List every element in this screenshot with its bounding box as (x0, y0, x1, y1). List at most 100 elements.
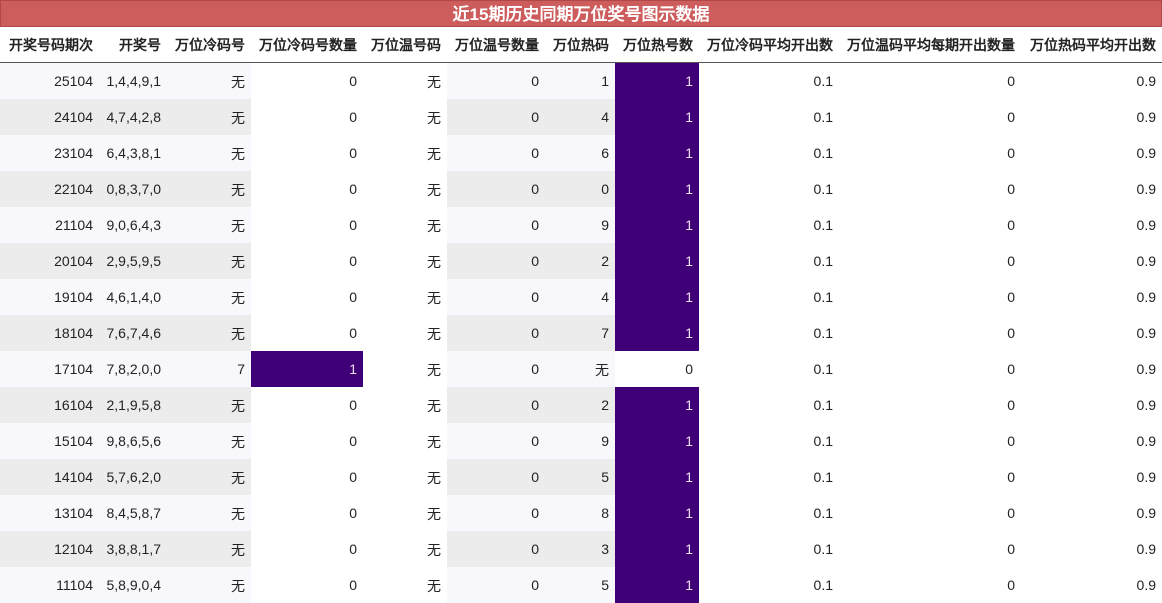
issue-cell: 25104 (0, 62, 99, 99)
cold-avg-cell: 0.1 (699, 62, 839, 99)
hot-cell: 1 (545, 62, 615, 99)
column-header-hot-count[interactable]: 万位热号数 (615, 27, 699, 63)
warm-count-cell: 0 (447, 531, 545, 567)
warm-avg-cell: 0 (839, 207, 1021, 243)
hot-count-cell: 1 (615, 62, 699, 99)
table-row: 13104 8,4,5,8,7 无 0 无 0 8 1 0.1 0 0.9 (0, 495, 1162, 531)
warm-cell: 无 (363, 531, 447, 567)
warm-count-cell: 0 (447, 423, 545, 459)
warm-avg-cell: 0 (839, 135, 1021, 171)
cold-count-cell: 0 (251, 279, 363, 315)
column-header-warm-avg[interactable]: 万位温码平均每期开出数量 (839, 27, 1021, 63)
page-title: 近15期历史同期万位奖号图示数据 (0, 0, 1162, 27)
hot-avg-cell: 0.9 (1021, 495, 1162, 531)
warm-cell: 无 (363, 135, 447, 171)
cold-avg-cell: 0.1 (699, 99, 839, 135)
issue-cell: 12104 (0, 531, 99, 567)
cold-count-cell: 0 (251, 315, 363, 351)
hot-cell: 5 (545, 459, 615, 495)
hot-count-cell: 1 (615, 99, 699, 135)
hot-cell: 4 (545, 99, 615, 135)
table-row: 17104 7,8,2,0,0 7 1 无 0 无 0 0.1 0 0.9 (0, 351, 1162, 387)
warm-cell: 无 (363, 459, 447, 495)
column-header-hot-avg[interactable]: 万位热码平均开出数 (1021, 27, 1162, 63)
warm-count-cell: 0 (447, 279, 545, 315)
table-row: 20104 2,9,5,9,5 无 0 无 0 2 1 0.1 0 0.9 (0, 243, 1162, 279)
cold-count-cell: 0 (251, 207, 363, 243)
issue-cell: 19104 (0, 279, 99, 315)
hot-cell: 无 (545, 351, 615, 387)
table-row: 23104 6,4,3,8,1 无 0 无 0 6 1 0.1 0 0.9 (0, 135, 1162, 171)
hot-count-cell: 0 (615, 351, 699, 387)
numbers-cell: 2,1,9,5,8 (99, 387, 167, 423)
column-header-hot[interactable]: 万位热码 (545, 27, 615, 63)
hot-count-cell: 1 (615, 315, 699, 351)
warm-count-cell: 0 (447, 243, 545, 279)
warm-count-cell: 0 (447, 315, 545, 351)
numbers-cell: 7,8,2,0,0 (99, 351, 167, 387)
hot-avg-cell: 0.9 (1021, 531, 1162, 567)
hot-avg-cell: 0.9 (1021, 207, 1162, 243)
column-header-warm-count[interactable]: 万位温号数量 (447, 27, 545, 63)
numbers-cell: 9,8,6,5,6 (99, 423, 167, 459)
numbers-cell: 6,4,3,8,1 (99, 135, 167, 171)
warm-avg-cell: 0 (839, 99, 1021, 135)
cold-avg-cell: 0.1 (699, 423, 839, 459)
hot-cell: 7 (545, 315, 615, 351)
cold-avg-cell: 0.1 (699, 495, 839, 531)
issue-cell: 11104 (0, 567, 99, 603)
column-header-cold-avg[interactable]: 万位冷码平均开出数 (699, 27, 839, 63)
issue-cell: 23104 (0, 135, 99, 171)
warm-cell: 无 (363, 279, 447, 315)
column-header-cold-count[interactable]: 万位冷码号数量 (251, 27, 363, 63)
hot-count-cell: 1 (615, 531, 699, 567)
column-header-cold[interactable]: 万位冷码号 (167, 27, 251, 63)
header-row: 开奖号码期次 开奖号 万位冷码号 万位冷码号数量 万位温号码 万位温号数量 万位… (0, 27, 1162, 63)
warm-avg-cell: 0 (839, 423, 1021, 459)
warm-avg-cell: 0 (839, 351, 1021, 387)
cold-cell: 无 (167, 315, 251, 351)
cold-cell: 无 (167, 99, 251, 135)
hot-avg-cell: 0.9 (1021, 315, 1162, 351)
table-row: 21104 9,0,6,4,3 无 0 无 0 9 1 0.1 0 0.9 (0, 207, 1162, 243)
cold-avg-cell: 0.1 (699, 567, 839, 603)
cold-count-cell: 0 (251, 387, 363, 423)
numbers-cell: 5,7,6,2,0 (99, 459, 167, 495)
cold-cell: 无 (167, 279, 251, 315)
issue-cell: 13104 (0, 495, 99, 531)
hot-cell: 9 (545, 207, 615, 243)
cold-cell: 无 (167, 423, 251, 459)
warm-cell: 无 (363, 567, 447, 603)
warm-avg-cell: 0 (839, 279, 1021, 315)
table-row: 22104 0,8,3,7,0 无 0 无 0 0 1 0.1 0 0.9 (0, 171, 1162, 207)
cold-cell: 无 (167, 243, 251, 279)
issue-cell: 18104 (0, 315, 99, 351)
table-row: 18104 7,6,7,4,6 无 0 无 0 7 1 0.1 0 0.9 (0, 315, 1162, 351)
hot-count-cell: 1 (615, 387, 699, 423)
hot-count-cell: 1 (615, 279, 699, 315)
cold-cell: 无 (167, 171, 251, 207)
warm-cell: 无 (363, 171, 447, 207)
cold-cell: 7 (167, 351, 251, 387)
numbers-cell: 7,6,7,4,6 (99, 315, 167, 351)
warm-cell: 无 (363, 243, 447, 279)
warm-count-cell: 0 (447, 567, 545, 603)
table-row: 24104 4,7,4,2,8 无 0 无 0 4 1 0.1 0 0.9 (0, 99, 1162, 135)
cold-cell: 无 (167, 495, 251, 531)
warm-cell: 无 (363, 387, 447, 423)
warm-cell: 无 (363, 351, 447, 387)
warm-avg-cell: 0 (839, 495, 1021, 531)
issue-cell: 21104 (0, 207, 99, 243)
numbers-cell: 4,6,1,4,0 (99, 279, 167, 315)
column-header-numbers[interactable]: 开奖号 (99, 27, 167, 63)
data-table: 开奖号码期次 开奖号 万位冷码号 万位冷码号数量 万位温号码 万位温号数量 万位… (0, 27, 1162, 603)
numbers-cell: 2,9,5,9,5 (99, 243, 167, 279)
warm-count-cell: 0 (447, 171, 545, 207)
table-row: 11104 5,8,9,0,4 无 0 无 0 5 1 0.1 0 0.9 (0, 567, 1162, 603)
hot-count-cell: 1 (615, 135, 699, 171)
numbers-cell: 0,8,3,7,0 (99, 171, 167, 207)
table-row: 25104 1,4,4,9,1 无 0 无 0 1 1 0.1 0 0.9 (0, 62, 1162, 99)
hot-avg-cell: 0.9 (1021, 99, 1162, 135)
column-header-issue[interactable]: 开奖号码期次 (0, 27, 99, 63)
column-header-warm[interactable]: 万位温号码 (363, 27, 447, 63)
